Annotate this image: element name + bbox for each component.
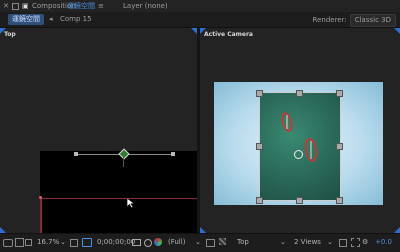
- view-label-active-camera: Active Camera: [204, 31, 253, 38]
- panel-menu-icon[interactable]: ≡: [98, 0, 104, 12]
- current-time[interactable]: 0;00;00;00: [97, 237, 135, 248]
- transform-handle[interactable]: [256, 90, 263, 97]
- anchor-point-icon[interactable]: [294, 150, 303, 159]
- layer-axis-line: [123, 157, 124, 167]
- transparency-grid-icon[interactable]: [219, 238, 226, 245]
- renderer-value[interactable]: Classic 3D: [349, 14, 396, 27]
- composition-icon: ▣: [22, 2, 29, 10]
- resolution-dropdown[interactable]: (Full): [165, 237, 188, 248]
- top-view-panel[interactable]: Top: [0, 28, 197, 233]
- pixel-aspect-icon[interactable]: [339, 239, 347, 247]
- view-corner-marker: [394, 28, 400, 34]
- view-label-top: Top: [4, 31, 16, 38]
- zoom-dropdown[interactable]: 16.7%: [34, 237, 62, 248]
- transform-handle[interactable]: [296, 197, 303, 204]
- transform-handle[interactable]: [256, 143, 263, 150]
- tab-separator: ◂: [49, 15, 53, 23]
- color-channel-icon[interactable]: [154, 238, 162, 246]
- exposure-value[interactable]: +0.0: [375, 237, 392, 248]
- view-chevron-icon[interactable]: ⌄: [280, 237, 286, 248]
- viewer-footer-bar: 16.7% ⌄ 0;00;00;00 (Full) ⌄ Top ⌄ 2 View…: [0, 233, 400, 252]
- zoom-chevron-icon[interactable]: ⌄: [60, 237, 66, 248]
- layer-handle[interactable]: [171, 152, 175, 156]
- view-layout-dropdown[interactable]: 2 Views: [291, 237, 324, 248]
- layer-handle[interactable]: [74, 152, 78, 156]
- renderer-selector[interactable]: Renderer: Classic 3D: [312, 14, 396, 27]
- lock-icon[interactable]: [12, 3, 19, 10]
- camera-comp-area[interactable]: [214, 82, 383, 205]
- composition-tab-bar: 運鏡空間 ◂ Comp 15 Renderer: Classic 3D: [0, 12, 400, 28]
- panel-header: ✕ ▣ Composition 運鏡空間 ≡ Layer (none): [0, 0, 400, 12]
- view-dropdown[interactable]: Top: [234, 237, 252, 248]
- resolution-chevron-icon[interactable]: ⌄: [195, 237, 201, 248]
- active-camera-panel[interactable]: Active Camera: [200, 28, 400, 233]
- fit-icon[interactable]: [70, 239, 78, 247]
- renderer-label: Renderer:: [312, 16, 347, 24]
- show-snapshot-icon[interactable]: [144, 239, 152, 247]
- toggle-mask-icon[interactable]: [82, 238, 92, 247]
- transform-handle[interactable]: [256, 197, 263, 204]
- tab-comp-15[interactable]: Comp 15: [56, 14, 96, 25]
- close-icon[interactable]: ✕: [3, 0, 9, 12]
- fast-previews-icon[interactable]: [351, 238, 360, 247]
- tab-comp-main[interactable]: 運鏡空間: [8, 14, 44, 25]
- layout-chevron-icon[interactable]: ⌄: [327, 237, 333, 248]
- region-icon[interactable]: [15, 238, 24, 247]
- transform-handle[interactable]: [336, 143, 343, 150]
- top-view-comp-area[interactable]: [39, 148, 197, 233]
- snapshot-icon[interactable]: [132, 239, 141, 246]
- layer-panel-tab[interactable]: Layer (none): [123, 0, 168, 12]
- region-of-interest-icon[interactable]: [206, 239, 215, 247]
- transform-handle[interactable]: [336, 90, 343, 97]
- camera-point[interactable]: [39, 196, 42, 199]
- grid-icon[interactable]: [25, 239, 32, 246]
- footage-layer[interactable]: [259, 92, 341, 201]
- composition-name[interactable]: 運鏡空間: [67, 0, 95, 12]
- boat-image: [281, 112, 318, 162]
- camera-guide-line-vertical: [40, 197, 42, 233]
- settings-icon[interactable]: ⚙: [362, 237, 368, 248]
- anchor-point-icon[interactable]: [118, 148, 130, 160]
- always-preview-icon[interactable]: [3, 239, 13, 247]
- transform-handle[interactable]: [296, 90, 303, 97]
- camera-guide-line: [40, 198, 197, 199]
- transform-handle[interactable]: [336, 197, 343, 204]
